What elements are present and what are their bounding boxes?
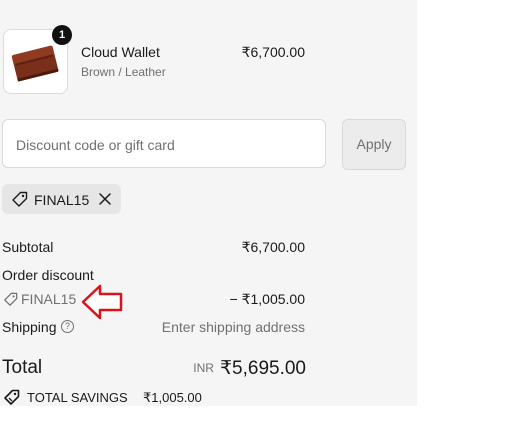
total-amount-group: INR ₹5,695.00 (193, 357, 306, 380)
order-discount-label: Order discount (2, 267, 94, 283)
subtotal-value: ₹6,700.00 (241, 239, 305, 255)
close-icon[interactable] (98, 192, 112, 211)
question-circle-icon[interactable]: ? (61, 320, 74, 333)
shipping-value: Enter shipping address (161, 319, 305, 335)
applied-discount-code: FINAL15 (34, 192, 90, 208)
tag-icon (3, 389, 20, 411)
shipping-label: Shipping (2, 319, 57, 335)
currency-code: INR (193, 361, 214, 375)
total-savings-label: TOTAL SAVINGS (27, 390, 128, 405)
product-name: Cloud Wallet (81, 44, 160, 60)
total-label: Total (2, 357, 43, 378)
product-price: ₹6,700.00 (241, 44, 305, 60)
total-savings-value: ₹1,005.00 (143, 390, 202, 405)
annotation-arrow-icon (81, 284, 123, 320)
discount-code-input[interactable]: Discount code or gift card (2, 119, 326, 168)
tag-icon (3, 292, 18, 312)
discount-code-placeholder: Discount code or gift card (16, 137, 175, 153)
total-value: ₹5,695.00 (219, 358, 306, 379)
quantity-badge: 1 (52, 25, 72, 45)
order-discount-value: − ₹1,005.00 (229, 291, 305, 307)
tag-icon (11, 191, 28, 213)
product-variant: Brown / Leather (81, 65, 166, 79)
order-discount-code: FINAL15 (21, 291, 77, 307)
applied-discount-chip: FINAL15 (2, 184, 121, 214)
subtotal-label: Subtotal (2, 239, 54, 255)
apply-button[interactable]: Apply (342, 119, 406, 170)
order-summary-panel: 1 Cloud Wallet Brown / Leather ₹6,700.00… (0, 0, 417, 406)
